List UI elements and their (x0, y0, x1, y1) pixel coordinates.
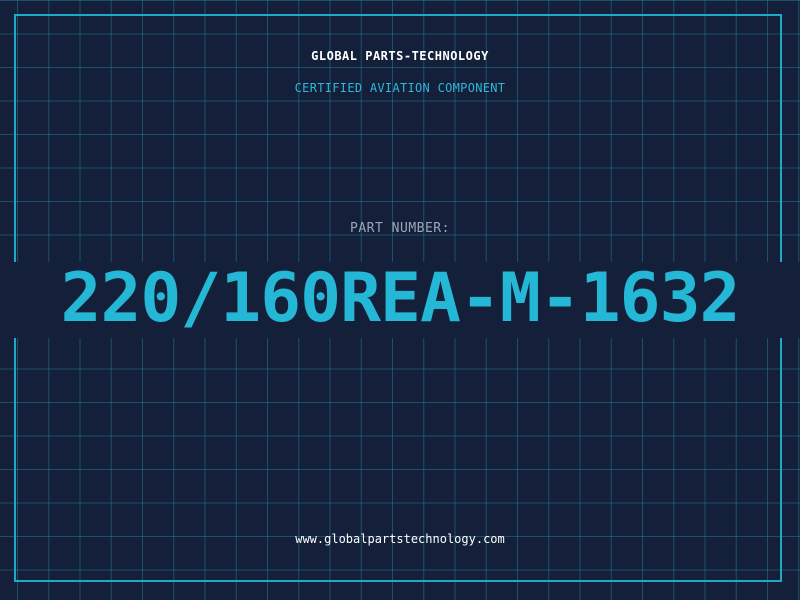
brand-name: GLOBAL PARTS-TECHNOLOGY (311, 49, 489, 63)
part-number-label: PART NUMBER: (350, 221, 450, 236)
part-card: GLOBAL PARTS-TECHNOLOGY CERTIFIED AVIATI… (0, 0, 800, 600)
part-number-value: 220/160REA-M-1632 (60, 259, 741, 338)
website-url[interactable]: www.globalpartstechnology.com (0, 532, 800, 546)
brand-subtitle: CERTIFIED AVIATION COMPONENT (294, 81, 506, 95)
